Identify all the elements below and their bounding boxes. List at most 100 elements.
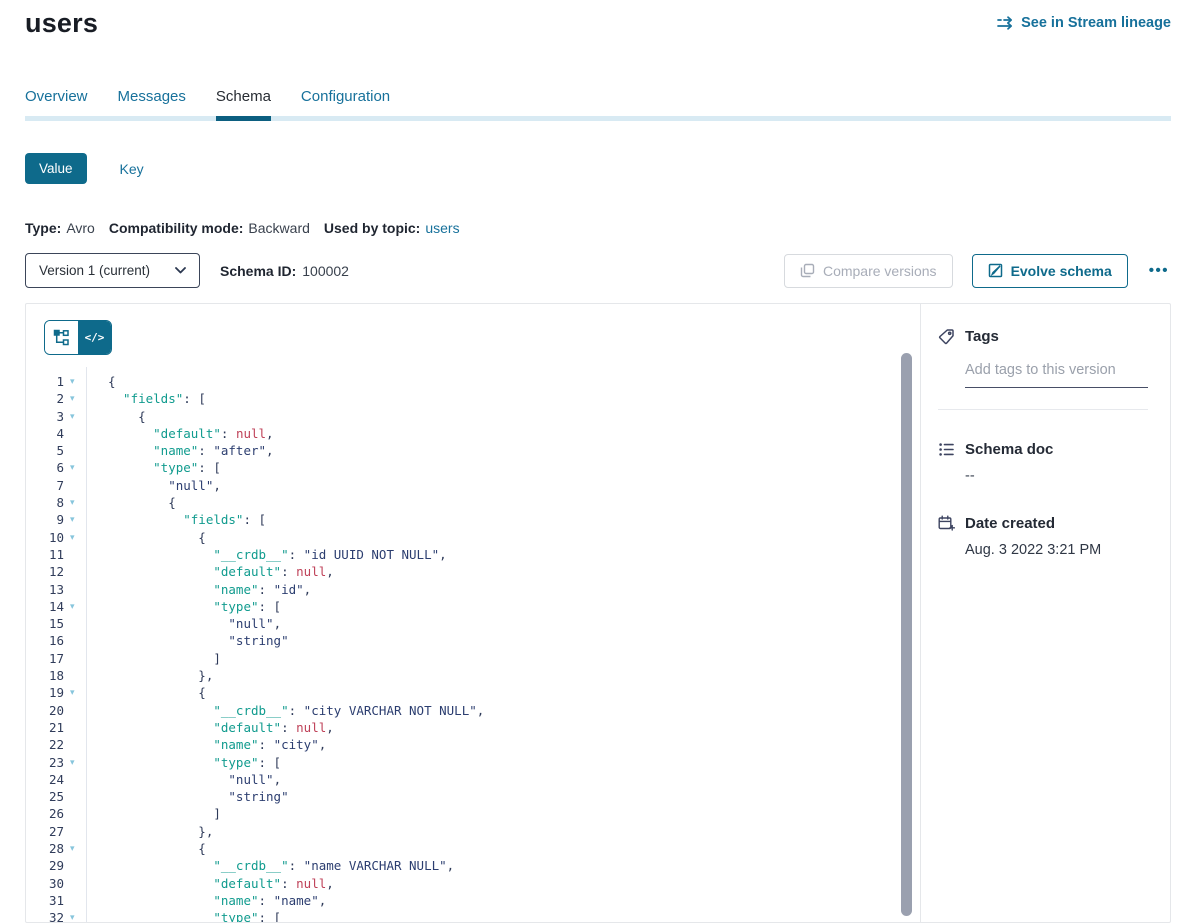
evolve-schema-button[interactable]: Evolve schema xyxy=(972,254,1128,288)
code-view-button[interactable]: </> xyxy=(78,321,111,354)
page-title: users xyxy=(25,8,98,39)
line-number: 19 xyxy=(26,684,64,701)
tag-icon xyxy=(938,328,955,345)
code-scrollbar-thumb[interactable] xyxy=(901,353,912,916)
code-text: "string" xyxy=(108,788,920,805)
schema-controls: Version 1 (current) Schema ID: 100002 Co… xyxy=(25,253,1171,288)
fold-toggle-icon[interactable]: ▾ xyxy=(70,373,84,390)
key-toggle-button[interactable]: Key xyxy=(114,160,150,178)
code-line: 10▾{ xyxy=(26,529,920,546)
line-number: 13 xyxy=(26,581,64,598)
line-number: 1 xyxy=(26,373,64,390)
code-line: 3▾{ xyxy=(26,408,920,425)
meta-label: Type: xyxy=(25,220,61,236)
tree-view-button[interactable] xyxy=(45,321,78,354)
line-number: 5 xyxy=(26,442,64,459)
line-number: 27 xyxy=(26,823,64,840)
fold-toggle-icon[interactable]: ▾ xyxy=(70,840,84,857)
stream-lineage-link[interactable]: See in Stream lineage xyxy=(997,15,1171,31)
view-toggle: </> xyxy=(44,320,112,355)
code-view-icon: </> xyxy=(85,331,105,344)
value-toggle-button[interactable]: Value xyxy=(25,153,87,184)
code-line: 28▾{ xyxy=(26,840,920,857)
code-text: "type": [ xyxy=(108,598,920,615)
date-created-value: Aug. 3 2022 3:21 PM xyxy=(965,542,1148,558)
code-text: }, xyxy=(108,823,920,840)
code-line: 2▾"fields": [ xyxy=(26,390,920,407)
tags-title: Tags xyxy=(965,328,999,345)
tab-messages[interactable]: Messages xyxy=(118,88,186,121)
fold-toggle-icon[interactable]: ▾ xyxy=(70,511,84,528)
schema-page: users See in Stream lineage Overview Mess… xyxy=(25,0,1171,916)
code-text: { xyxy=(108,684,920,701)
date-created-header: Date created xyxy=(938,515,1148,532)
line-number: 24 xyxy=(26,771,64,788)
code-line: 29"__crdb__": "name VARCHAR NULL", xyxy=(26,857,920,874)
fold-toggle-icon[interactable]: ▾ xyxy=(70,684,84,701)
line-number: 17 xyxy=(26,650,64,667)
line-number: 12 xyxy=(26,563,64,580)
code-line: 30"default": null, xyxy=(26,875,920,892)
fold-toggle-icon[interactable]: ▾ xyxy=(70,598,84,615)
line-number: 4 xyxy=(26,425,64,442)
line-number: 11 xyxy=(26,546,64,563)
code-text: "name": "city", xyxy=(108,736,920,753)
code-text: "name": "after", xyxy=(108,442,920,459)
code-line: 25"string" xyxy=(26,788,920,805)
code-text: "type": [ xyxy=(108,754,920,771)
version-select[interactable]: Version 1 (current) xyxy=(25,253,200,288)
code-line: 9▾"fields": [ xyxy=(26,511,920,528)
code-scrollbar[interactable] xyxy=(901,353,912,916)
code-line: 27}, xyxy=(26,823,920,840)
line-number: 6 xyxy=(26,459,64,476)
code-line: 24"null", xyxy=(26,771,920,788)
code-line: 22 "name": "city", xyxy=(26,736,920,753)
evolve-schema-label: Evolve schema xyxy=(1011,263,1112,279)
code-line: 26] xyxy=(26,805,920,822)
code-line: 5 "name": "after", xyxy=(26,442,920,459)
fold-toggle-icon[interactable]: ▾ xyxy=(70,408,84,425)
schema-doc-value: -- xyxy=(965,468,1148,484)
schema-actions: Compare versions Evolve schema ••• xyxy=(784,254,1171,288)
code-line: 11 "__crdb__": "id UUID NOT NULL", xyxy=(26,546,920,563)
tags-input[interactable] xyxy=(965,362,1148,388)
code-line: 23▾"type": [ xyxy=(26,754,920,771)
schema-code-column: </> 1▾{2▾"fields": [3▾{4"default": null,… xyxy=(26,304,920,922)
more-options-button[interactable]: ••• xyxy=(1147,262,1171,279)
compare-versions-button[interactable]: Compare versions xyxy=(784,254,953,288)
tree-view-icon xyxy=(53,329,70,346)
code-text: ] xyxy=(108,650,920,667)
code-text: "name": "id", xyxy=(108,581,920,598)
fold-toggle-icon[interactable]: ▾ xyxy=(70,494,84,511)
code-line: 19 ▾ { xyxy=(26,684,920,701)
code-line: 15"null", xyxy=(26,615,920,632)
code-text: { xyxy=(108,373,920,390)
topic-link[interactable]: users xyxy=(425,220,459,236)
schema-id-value: 100002 xyxy=(302,263,349,279)
code-line: 31"name": "name", xyxy=(26,892,920,909)
code-line: 21"default": null, xyxy=(26,719,920,736)
fold-toggle-icon[interactable]: ▾ xyxy=(70,459,84,476)
code-text: "string" xyxy=(108,632,920,649)
code-line: 17] xyxy=(26,650,920,667)
schema-panel: </> 1▾{2▾"fields": [3▾{4"default": null,… xyxy=(25,303,1171,923)
code-line: 8▾{ xyxy=(26,494,920,511)
line-number: 22 xyxy=(26,736,64,753)
code-text: "__crdb__": "id UUID NOT NULL", xyxy=(108,546,920,563)
fold-toggle-icon[interactable]: ▾ xyxy=(70,529,84,546)
line-number: 30 xyxy=(26,875,64,892)
meta-item: Type:Avro xyxy=(25,220,95,236)
tab-overview[interactable]: Overview xyxy=(25,88,88,121)
code-text: { xyxy=(108,840,920,857)
code-editor-lines: 1▾{2▾"fields": [3▾{4"default": null,5"na… xyxy=(26,373,920,922)
fold-toggle-icon[interactable]: ▾ xyxy=(70,754,84,771)
tab-schema[interactable]: Schema xyxy=(216,88,271,121)
code-text: "null", xyxy=(108,477,920,494)
meta-label: Used by topic: xyxy=(324,220,420,236)
tags-section: Tags xyxy=(938,328,1148,410)
line-number: 10 xyxy=(26,529,64,546)
fold-toggle-icon[interactable]: ▾ xyxy=(70,390,84,407)
line-number: 9 xyxy=(26,511,64,528)
tab-configuration[interactable]: Configuration xyxy=(301,88,390,121)
line-number: 18 xyxy=(26,667,64,684)
